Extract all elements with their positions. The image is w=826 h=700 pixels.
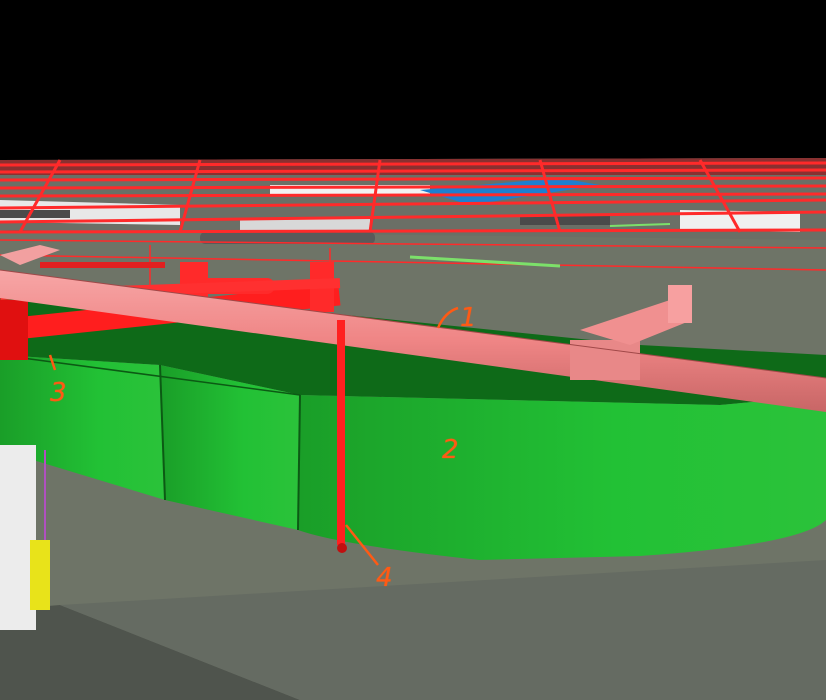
annotation-label-1: 1: [460, 303, 477, 333]
annotation-label-4: 4: [376, 563, 393, 593]
annotation-label-2: 2: [442, 435, 459, 465]
yellow-equipment: [30, 540, 50, 610]
bim-3d-scene: [0, 0, 826, 700]
annotation-label-3: 3: [50, 378, 67, 408]
